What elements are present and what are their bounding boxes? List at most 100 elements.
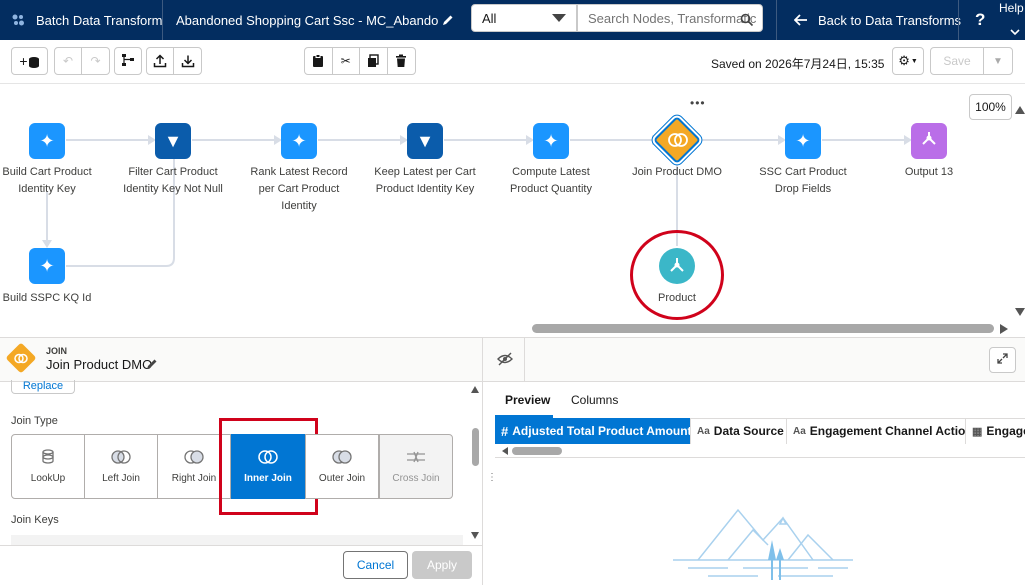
- tab-columns[interactable]: Columns: [571, 393, 618, 407]
- preview-header: [483, 338, 1025, 382]
- scroll-up-arrow[interactable]: [471, 386, 479, 393]
- column-name: Data Source: [713, 424, 784, 438]
- magic-wand-icon: ✦: [543, 130, 559, 151]
- left-join-icon: [109, 449, 133, 469]
- preview-scroll-track: [495, 444, 1025, 458]
- search-icon[interactable]: [740, 0, 754, 40]
- scroll-up-arrow[interactable]: [1015, 106, 1025, 114]
- drag-handle[interactable]: [488, 338, 491, 586]
- node-label: SSC Cart Product Drop Fields: [759, 166, 847, 195]
- scroll-left-arrow[interactable]: [502, 447, 508, 455]
- expand-button[interactable]: [989, 347, 1016, 373]
- column-header-engagement-channel-action[interactable]: Aa Engagement Channel Action: [787, 418, 966, 444]
- output-icon: [920, 130, 938, 153]
- redo-icon[interactable]: ↷: [82, 48, 109, 74]
- edit-title-icon[interactable]: [146, 358, 158, 373]
- column-header-adjusted-total-product-amount[interactable]: # Adjusted Total Product Amount: [495, 418, 691, 444]
- chevron-down-icon: ▼: [993, 55, 1003, 67]
- join-type-outer[interactable]: Outer Join: [305, 434, 379, 499]
- transform-canvas[interactable]: ✦ Build Cart Product Identity Key ▼ Filte…: [0, 84, 1025, 337]
- column-name: Adjusted Total Product Amount: [512, 424, 691, 438]
- upload-download-group: [146, 47, 202, 75]
- node-more-icon[interactable]: •••: [690, 96, 706, 110]
- search-input[interactable]: Search Nodes, Transformatic: [577, 4, 763, 32]
- node-filter-cart-product-identity-key-not-null[interactable]: ▼: [155, 123, 191, 159]
- eye-hidden-icon[interactable]: [497, 352, 513, 369]
- node-label: Join Product DMO: [632, 166, 722, 178]
- join-keys-area: [11, 535, 463, 545]
- cancel-button[interactable]: Cancel: [343, 551, 408, 579]
- back-arrow-icon[interactable]: [794, 0, 808, 40]
- tab-preview[interactable]: Preview: [505, 393, 550, 407]
- join-type-label: Cross Join: [392, 473, 440, 484]
- node-build-cart-product-identity-key[interactable]: ✦: [29, 123, 65, 159]
- scroll-down-arrow[interactable]: [1015, 308, 1025, 316]
- column-header-engage[interactable]: ▦ Engage: [966, 418, 1025, 444]
- edit-name-icon[interactable]: [442, 0, 454, 40]
- node-label: Keep Latest per Cart Product Identity Key: [374, 166, 476, 195]
- join-type-label: Outer Join: [318, 473, 366, 484]
- zoom-level[interactable]: 100%: [969, 94, 1012, 120]
- filter-icon: ▼: [416, 130, 434, 151]
- settings-button[interactable]: ⚙ ▼: [892, 47, 924, 75]
- search-placeholder: Search Nodes, Transformatic: [588, 10, 757, 26]
- join-type-label: LookUp: [30, 473, 66, 484]
- node-compute-latest-product-quantity[interactable]: ✦: [533, 123, 569, 159]
- delete-icon[interactable]: [388, 48, 415, 74]
- node-keep-latest-per-cart[interactable]: ▼: [407, 123, 443, 159]
- cut-icon[interactable]: ✂: [333, 48, 360, 74]
- expand-icon: [997, 353, 1008, 367]
- scroll-down-arrow[interactable]: [471, 532, 479, 539]
- highlight-circle: [630, 230, 724, 320]
- node-ssc-cart-product-drop-fields[interactable]: ✦: [785, 123, 821, 159]
- undo-redo-group: ↶ ↷: [54, 47, 110, 75]
- save-button[interactable]: Save: [930, 47, 984, 75]
- node-filter-select[interactable]: All: [471, 4, 577, 32]
- clipboard-icon[interactable]: [305, 48, 333, 74]
- outer-join-icon: [330, 449, 354, 469]
- column-name: Engagement Channel Action: [809, 424, 966, 438]
- node-build-sspc-kq-id[interactable]: ✦: [29, 248, 65, 284]
- builder-toolbar: + ↶ ↷ ✂ Saved on 2026年7月24日, 15:35 ⚙ ▼ Sa…: [0, 40, 1025, 84]
- node-label: Output 13: [904, 166, 954, 178]
- apply-button[interactable]: Apply: [412, 551, 472, 579]
- chevron-down-icon: [552, 14, 566, 22]
- node-rank-latest-record[interactable]: ✦: [281, 123, 317, 159]
- join-icon: [666, 132, 690, 148]
- magic-wand-icon: ✦: [39, 130, 55, 151]
- panel-footer: [0, 545, 482, 586]
- settings-chevron-icon: ▼: [910, 57, 918, 65]
- help-icon[interactable]: ?: [975, 0, 985, 40]
- app-title: Batch Data Transform: [36, 12, 163, 28]
- text-type-icon: Aa: [793, 425, 806, 437]
- drag-handle-icon[interactable]: ⋮: [487, 473, 497, 483]
- column-header-data-source[interactable]: Aa Data Source: [691, 418, 787, 444]
- lookup-icon: [41, 449, 55, 469]
- node-filter-value: All: [482, 10, 497, 26]
- panel-scrollbar[interactable]: [472, 428, 479, 466]
- canvas-horizontal-scrollbar[interactable]: [532, 324, 994, 333]
- join-icon-glyph: [13, 353, 29, 367]
- undo-icon[interactable]: ↶: [55, 48, 83, 74]
- join-type-label: Join Type: [11, 415, 58, 427]
- download-icon[interactable]: [174, 48, 201, 74]
- text-type-icon: Aa: [697, 425, 710, 437]
- join-type-lookup[interactable]: LookUp: [11, 434, 85, 499]
- add-node-button[interactable]: +: [11, 47, 48, 75]
- back-to-transforms-link[interactable]: Back to Data Transforms: [818, 0, 961, 40]
- node-output-13[interactable]: [911, 123, 947, 159]
- magic-wand-icon: ✦: [39, 255, 55, 276]
- save-options-button[interactable]: ▼: [983, 47, 1013, 75]
- save-button-label: Save: [943, 54, 971, 68]
- join-keys-label: Join Keys: [11, 514, 59, 526]
- replace-button[interactable]: Replace: [11, 380, 75, 394]
- preview-horizontal-scrollbar[interactable]: [512, 447, 562, 455]
- join-type-left[interactable]: Left Join: [84, 434, 158, 499]
- empty-state-mountains-illustration: [668, 500, 858, 588]
- upload-icon[interactable]: [147, 48, 175, 74]
- copy-icon[interactable]: [360, 48, 388, 74]
- join-type-cross[interactable]: Cross Join: [379, 434, 453, 499]
- scroll-right-arrow[interactable]: [1000, 324, 1008, 334]
- auto-layout-button[interactable]: [114, 47, 142, 75]
- add-data-icon: +: [19, 53, 39, 69]
